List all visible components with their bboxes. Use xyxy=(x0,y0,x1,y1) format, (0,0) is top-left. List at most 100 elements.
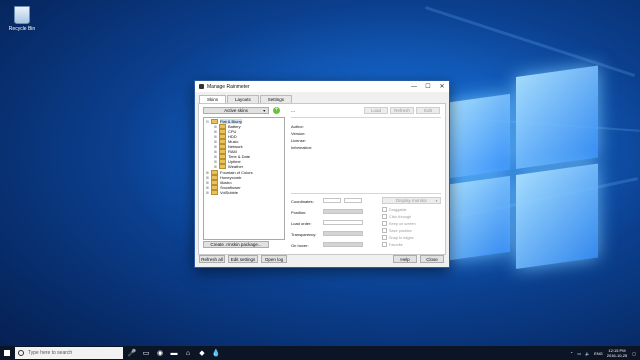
clock[interactable]: 12:15 PM 2016-10-25 xyxy=(607,348,627,358)
expand-icon: ⊞ xyxy=(214,164,217,169)
taskbar-search-box[interactable]: Type here to search xyxy=(15,347,123,359)
app-icon[interactable]: ◆ xyxy=(195,346,209,360)
save-position-checkbox[interactable]: Save position xyxy=(382,228,412,233)
on-hover-label: On hover: xyxy=(291,243,309,248)
open-log-button[interactable]: Open log xyxy=(261,255,287,263)
load-button[interactable]: Load xyxy=(364,107,388,114)
tab-strip: Skins Layouts Settings xyxy=(199,95,293,103)
start-button[interactable] xyxy=(0,346,14,360)
display-monitor-dropdown[interactable]: Display monitor ▼ xyxy=(382,197,441,204)
expand-icon: ⊞ xyxy=(214,129,217,134)
window-title: Manage Rainmeter xyxy=(207,83,250,90)
transparency-dropdown[interactable] xyxy=(323,231,363,236)
tab-skins[interactable]: Skins xyxy=(199,95,227,103)
keep-on-screen-checkbox[interactable]: Keep on screen xyxy=(382,221,416,226)
recycle-bin-shortcut[interactable]: Recycle Bin xyxy=(4,4,40,32)
expand-icon: ⊞ xyxy=(214,134,217,139)
rainmeter-app-icon xyxy=(199,84,204,89)
add-skin-icon[interactable]: + xyxy=(273,107,280,114)
recycle-bin-label: Recycle Bin xyxy=(8,26,36,32)
checkbox-label: Draggable xyxy=(389,207,407,212)
close-window-button[interactable]: ✕ xyxy=(435,81,449,92)
active-skins-dropdown[interactable]: Active skins ▼ xyxy=(203,107,269,114)
tree-item-label: Weather xyxy=(228,164,244,169)
network-icon[interactable]: ▭ xyxy=(577,351,581,356)
checkbox-box xyxy=(382,221,387,226)
edit-settings-button[interactable]: Edit settings xyxy=(228,255,258,263)
coordinate-x-input[interactable] xyxy=(323,198,341,203)
folder-icon xyxy=(219,163,226,170)
draggable-checkbox[interactable]: Draggable xyxy=(382,207,407,212)
store-icon[interactable]: ⌂ xyxy=(181,346,195,360)
checkbox-label: Keep on screen xyxy=(389,221,416,226)
task-view-icon[interactable]: ▭ xyxy=(139,346,153,360)
expand-icon: ⊞ xyxy=(214,124,217,129)
checkbox-label: Click through xyxy=(389,214,412,219)
windows-start-icon xyxy=(4,350,10,356)
checkbox-label: Save position xyxy=(389,228,412,233)
tree-item[interactable]: ⊞ VolSubble xyxy=(206,189,239,196)
expand-icon: ⊞ xyxy=(214,139,217,144)
chevron-down-icon: ▼ xyxy=(435,198,438,203)
microphone-icon[interactable]: 🎤 xyxy=(125,346,139,360)
notifications-icon[interactable]: ▢ xyxy=(632,351,636,356)
load-order-input[interactable] xyxy=(323,220,363,225)
file-explorer-icon[interactable]: ▬ xyxy=(167,346,181,360)
close-button[interactable]: Close xyxy=(420,255,444,263)
tab-settings[interactable]: Settings xyxy=(259,95,293,103)
information-label: Information: xyxy=(291,145,313,150)
cortana-icon xyxy=(18,350,24,356)
expand-icon: ⊞ xyxy=(214,154,217,159)
skin-name: ... xyxy=(291,108,296,114)
divider xyxy=(291,117,441,118)
expand-icon: ⊞ xyxy=(206,180,209,185)
display-monitor-label: Display monitor xyxy=(395,198,427,203)
folder-icon xyxy=(211,189,218,196)
taskbar: Type here to search 🎤 ▭ ◉ ▬ ⌂ ◆ 💧 ⌃ ▭ 🔈 … xyxy=(0,346,640,360)
windows-logo-light xyxy=(448,51,598,278)
skins-tab-panel: Active skins ▼ + ⊟ Flat & Blurry ⊞ Batter… xyxy=(198,103,446,255)
maximize-button[interactable]: ☐ xyxy=(421,81,435,92)
tree-item-label: VolSubble xyxy=(220,190,239,195)
tree-item[interactable]: ⊞ Weather xyxy=(214,163,244,170)
click-through-checkbox[interactable]: Click through xyxy=(382,214,411,219)
coordinates-label: Coordinates: xyxy=(291,199,314,204)
license-label: License: xyxy=(291,138,306,143)
volume-icon[interactable]: 🔈 xyxy=(585,351,590,356)
system-tray: ⌃ ▭ 🔈 ENG 12:15 PM 2016-10-25 ▢ xyxy=(570,346,636,360)
expand-icon: ⊞ xyxy=(214,144,217,149)
edit-button[interactable]: Edit xyxy=(416,107,440,114)
help-button[interactable]: Help xyxy=(393,255,417,263)
on-hover-dropdown[interactable] xyxy=(323,242,363,247)
title-bar[interactable]: Manage Rainmeter — ☐ ✕ xyxy=(195,81,449,92)
coordinate-y-input[interactable] xyxy=(344,198,362,203)
tray-chevron-icon[interactable]: ⌃ xyxy=(570,351,573,356)
tab-layouts[interactable]: Layouts xyxy=(227,95,259,103)
search-placeholder: Type here to search xyxy=(28,350,73,356)
checkbox-label: Favorite xyxy=(389,242,403,247)
expand-icon: ⊞ xyxy=(206,170,209,175)
expand-icon: ⊞ xyxy=(214,149,217,154)
checkbox-box xyxy=(382,228,387,233)
favorite-checkbox[interactable]: Favorite xyxy=(382,242,403,247)
expand-icon: ⊞ xyxy=(206,185,209,190)
checkbox-box xyxy=(382,207,387,212)
create-package-button[interactable]: Create .rmskin package... xyxy=(203,241,269,248)
rainmeter-taskbar-icon[interactable]: 💧 xyxy=(209,346,223,360)
chevron-down-icon: ▼ xyxy=(262,108,266,113)
collapse-icon: ⊟ xyxy=(206,119,209,124)
language-indicator[interactable]: ENG xyxy=(594,351,603,356)
skins-tree[interactable]: ⊟ Flat & Blurry ⊞ Battery ⊞ CPU ⊞ HDD ⊞ Musi… xyxy=(203,117,285,240)
refresh-button[interactable]: Refresh xyxy=(390,107,414,114)
position-dropdown[interactable] xyxy=(323,209,363,214)
snap-to-edges-checkbox[interactable]: Snap to edges xyxy=(382,235,414,240)
clock-date: 2016-10-25 xyxy=(606,353,628,358)
refresh-all-button[interactable]: Refresh all xyxy=(199,255,225,263)
transparency-label: Transparency: xyxy=(291,232,317,237)
minimize-button[interactable]: — xyxy=(407,81,421,92)
chrome-icon[interactable]: ◉ xyxy=(153,346,167,360)
version-label: Version: xyxy=(291,131,306,136)
position-label: Position: xyxy=(291,210,307,215)
expand-icon: ⊞ xyxy=(214,159,217,164)
expand-icon: ⊞ xyxy=(206,175,209,180)
